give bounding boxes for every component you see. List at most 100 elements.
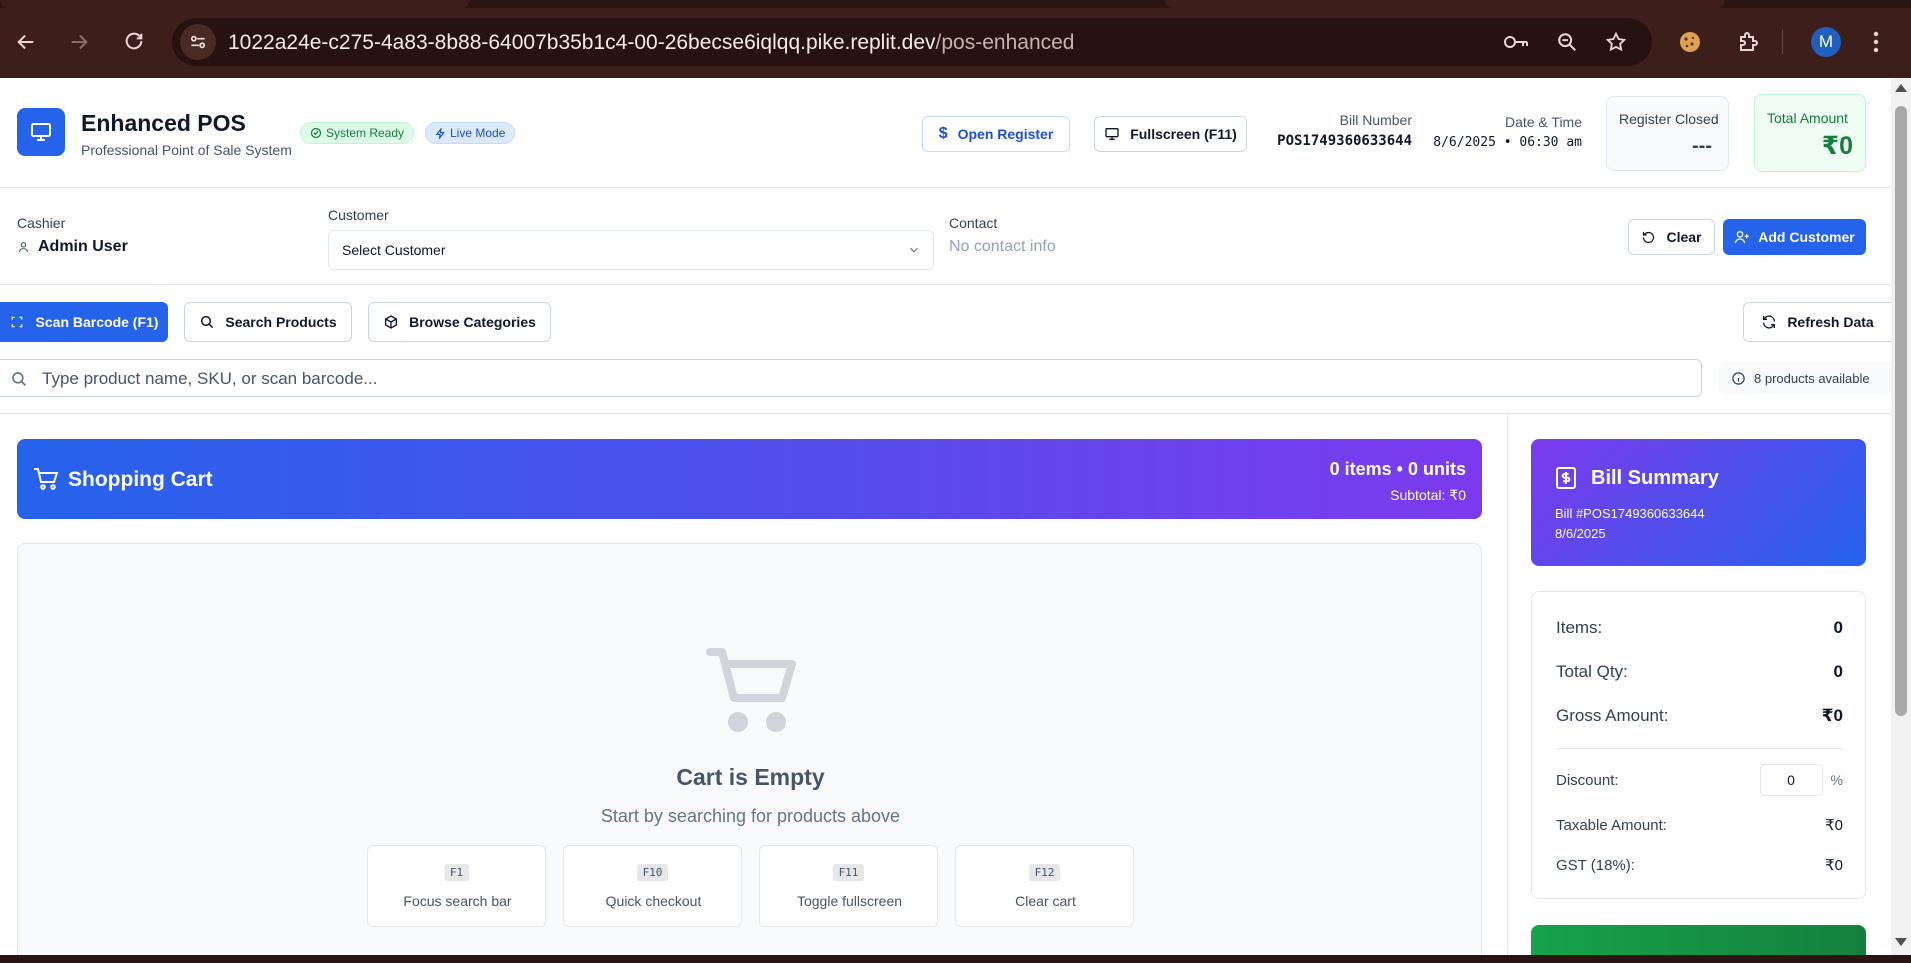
profile-avatar[interactable]: M (1811, 27, 1841, 57)
checkout-button[interactable] (1531, 925, 1866, 955)
total-amount-value: ₹0 (1821, 132, 1853, 160)
clear-customer-button[interactable]: Clear (1628, 219, 1715, 255)
browser-tab[interactable] (0, 0, 470, 8)
customer-select-value: Select Customer (342, 242, 446, 258)
bill-summary-card: Items: 0 Total Qty: 0 Gross Amount: ₹0 D… (1531, 591, 1866, 899)
shopping-cart-icon (33, 467, 59, 496)
dollar-icon: $ (938, 125, 948, 142)
package-icon (385, 315, 398, 329)
refresh-icon (1763, 315, 1776, 329)
empty-cart-subtitle: Start by searching for products above (600, 806, 901, 826)
reload-icon[interactable] (114, 22, 154, 62)
contact-value: No contact info (949, 238, 1056, 255)
register-status-card: Register Closed --- (1606, 96, 1729, 171)
total-amount-label: Total Amount (1767, 110, 1848, 126)
customer-row: Cashier Admin User Customer Select Custo… (0, 188, 1891, 285)
browser-chrome: 1022a24e-c275-4a83-8b88-64007b35b1c4-00-… (0, 0, 1911, 78)
site-settings-icon[interactable] (180, 24, 216, 60)
scan-barcode-button[interactable]: Scan Barcode (F1) (0, 302, 168, 342)
discount-row: Discount: % (1556, 764, 1843, 796)
monitor-logo-icon (17, 108, 65, 156)
live-mode-badge: Live Mode (425, 122, 516, 144)
taxable-amount-row: Taxable Amount: ₹0 (1556, 816, 1843, 835)
toolbar-divider (1782, 30, 1783, 54)
items-label: Items: (1556, 618, 1603, 637)
shopping-cart-header: Shopping Cart 0 items • 0 units Subtotal… (17, 439, 1482, 519)
column-divider (1507, 414, 1508, 955)
open-register-button[interactable]: $ Open Register (922, 116, 1070, 152)
bill-summary-date: 8/6/2025 (1555, 526, 1606, 541)
app-subtitle: Professional Point of Sale System (81, 142, 292, 158)
shortcut-card: F11 Toggle fullscreen (759, 845, 938, 927)
zoom-icon[interactable] (1553, 28, 1581, 56)
bill-summary-title: Bill Summary (1591, 467, 1719, 489)
shortcut-key: F11 (832, 864, 865, 881)
bookmark-star-icon[interactable] (1602, 28, 1630, 56)
info-icon (1732, 371, 1745, 385)
contact-label: Contact (949, 215, 998, 231)
cookie-extension-icon[interactable] (1670, 22, 1710, 62)
extensions-icon[interactable] (1728, 22, 1768, 62)
browser-tab[interactable] (1165, 0, 1725, 8)
shortcut-description: Focus search bar (403, 893, 512, 909)
url-text[interactable]: 1022a24e-c275-4a83-8b88-64007b35b1c4-00-… (228, 31, 1075, 55)
empty-cart-icon (706, 646, 798, 739)
taxable-amount-label: Taxable Amount: (1556, 816, 1667, 834)
bill-number-label: Bill Number (1339, 112, 1412, 128)
search-icon (10, 370, 28, 393)
discount-label: Discount: (1556, 771, 1619, 789)
datetime-value: 8/6/2025 • 06:30 am (1433, 135, 1582, 150)
user-plus-icon (1734, 231, 1749, 244)
app-header: Enhanced POS Professional Point of Sale … (0, 78, 1891, 188)
fullscreen-button[interactable]: Fullscreen (F11) (1094, 116, 1247, 152)
customer-select[interactable]: Select Customer (328, 230, 934, 270)
check-circle-icon (310, 127, 322, 139)
scroll-down-icon[interactable] (1895, 938, 1907, 946)
pos-page: Enhanced POS Professional Point of Sale … (0, 78, 1891, 955)
gst-row: GST (18%): ₹0 (1556, 856, 1843, 875)
discount-input[interactable] (1759, 764, 1823, 796)
scrollbar-thumb[interactable] (1895, 106, 1907, 716)
product-search-bar[interactable] (0, 359, 1702, 397)
shortcut-card: F12 Clear cart (955, 845, 1134, 927)
bill-summary-header: Bill Summary Bill #POS1749360633644 8/6/… (1531, 439, 1866, 566)
browse-categories-button[interactable]: Browse Categories (368, 302, 551, 342)
gst-value: ₹0 (1825, 857, 1843, 874)
gross-amount-value: ₹0 (1821, 706, 1843, 725)
bill-number-value: POS1749360633644 (1277, 133, 1412, 149)
page-scrollbar[interactable] (1891, 78, 1911, 955)
menu-kebab-icon[interactable] (1856, 22, 1896, 62)
cart-title: Shopping Cart (68, 468, 213, 491)
shortcut-description: Quick checkout (605, 893, 702, 909)
items-value: 0 (1833, 618, 1843, 637)
cart-count: 0 items • 0 units (1329, 459, 1466, 479)
discount-unit: % (1830, 772, 1843, 788)
bottom-edge (0, 955, 1911, 963)
address-bar[interactable]: 1022a24e-c275-4a83-8b88-64007b35b1c4-00-… (172, 18, 1652, 66)
customer-label: Customer (328, 207, 389, 223)
product-search-input[interactable] (42, 367, 1642, 391)
scan-icon (11, 316, 22, 328)
content-divider (0, 413, 1891, 414)
shortcut-card: F1 Focus search bar (367, 845, 546, 927)
back-icon[interactable] (6, 22, 46, 62)
gross-amount-row: Gross Amount: ₹0 (1556, 706, 1843, 726)
refresh-data-button[interactable]: Refresh Data (1743, 302, 1891, 342)
empty-cart-panel: Cart is Empty Start by searching for pro… (17, 543, 1482, 955)
user-icon (18, 242, 29, 253)
add-customer-button[interactable]: Add Customer (1723, 219, 1866, 255)
monitor-icon (1105, 127, 1119, 140)
taxable-amount-value: ₹0 (1825, 817, 1843, 834)
scroll-up-icon[interactable] (1895, 84, 1907, 92)
search-products-button[interactable]: Search Products (184, 302, 352, 342)
cashier-name: Admin User (17, 238, 128, 256)
gross-amount-label: Gross Amount: (1556, 706, 1669, 725)
system-ready-badge: System Ready (300, 122, 415, 144)
app-title: Enhanced POS (81, 110, 246, 136)
items-row: Items: 0 (1556, 618, 1843, 638)
password-key-icon[interactable] (1502, 28, 1530, 56)
total-qty-label: Total Qty: (1556, 662, 1628, 681)
forward-icon[interactable] (59, 22, 99, 62)
register-status-value: --- (1692, 135, 1712, 157)
receipt-icon (1555, 466, 1577, 495)
